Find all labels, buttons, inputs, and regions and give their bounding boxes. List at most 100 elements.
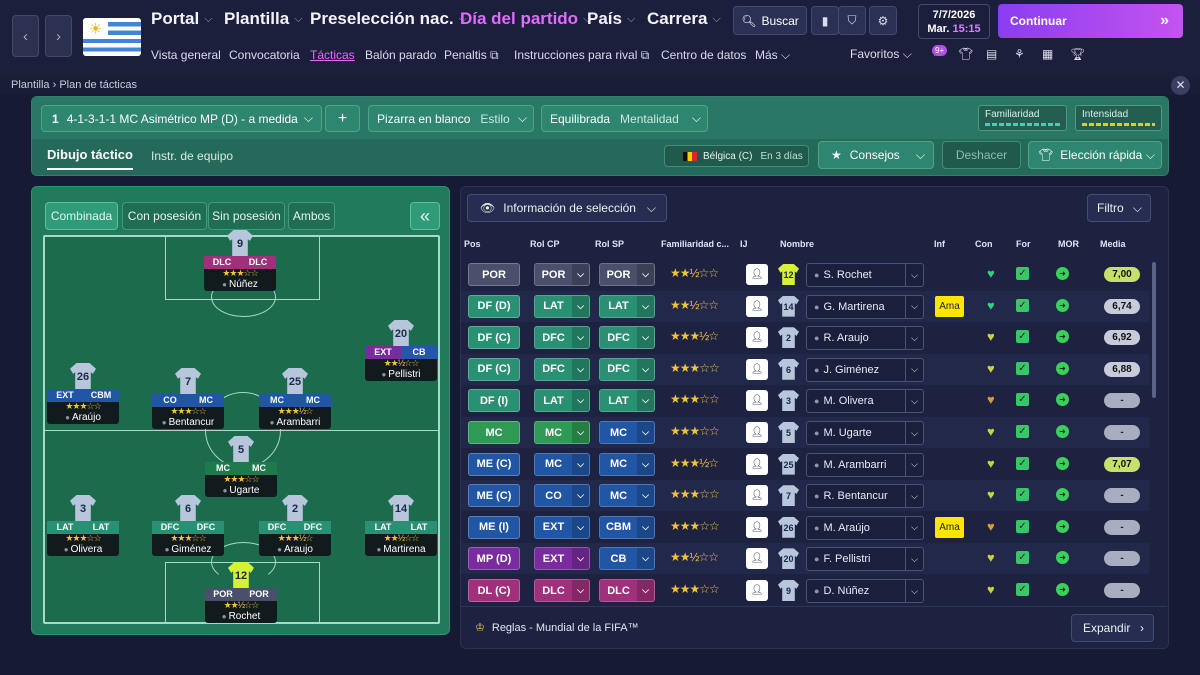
pitch-player-card[interactable]: 9 DLC DLC ★★★☆☆ ● Núñez: [204, 230, 276, 291]
col-media[interactable]: Media: [1100, 239, 1126, 249]
player-selector[interactable]: ● M. Arambarri ⌵: [806, 452, 924, 477]
role-cp-selector[interactable]: DFC ⌵: [534, 357, 590, 381]
table-row[interactable]: DF (C) DFC ⌵ DFC ⌵ ★★★☆☆ 👤︎ 6 ● J. Giménez ⌵…: [461, 353, 1149, 385]
settings-button[interactable]: ⚙: [869, 6, 897, 35]
role-cp-selector[interactable]: MC ⌵: [534, 452, 590, 476]
filter-button[interactable]: Filtro ⌵: [1087, 194, 1151, 222]
role-sp-selector[interactable]: DLC ⌵: [599, 579, 655, 602]
player-selector[interactable]: ● M. Olivera ⌵: [806, 389, 924, 414]
rules-label[interactable]: ♔ Reglas - Mundial de la FIFA™: [475, 621, 639, 634]
subnav-convocatoria[interactable]: Convocatoria: [229, 48, 300, 62]
role-cp-selector[interactable]: CO ⌵: [534, 484, 590, 508]
nav-plantilla[interactable]: Plantilla ⌵: [224, 9, 303, 29]
col-mor[interactable]: MOR: [1058, 239, 1079, 249]
table-row[interactable]: ME (C) MC ⌵ MC ⌵ ★★★½☆ 👤︎ 25 ● M. Arambarri…: [461, 449, 1149, 480]
pitch-player-card[interactable]: 3 LAT LAT ★★★☆☆ ● Olivera: [47, 495, 119, 556]
uruguay-flag-icon[interactable]: ☀: [83, 18, 141, 56]
col-familiaridad[interactable]: Familiaridad c...: [661, 239, 729, 249]
player-selector[interactable]: ● G. Martirena ⌵: [806, 294, 924, 319]
table-row[interactable]: MP (D) EXT ⌵ CB ⌵ ★★½☆☆ 👤︎ 20 ● F. Pellistr…: [461, 543, 1149, 575]
player-instructions-icon[interactable]: 👤︎: [746, 390, 768, 412]
role-cp-selector[interactable]: POR ⌵: [534, 263, 590, 286]
player-instructions-icon[interactable]: 👤︎: [746, 453, 768, 475]
view-ambos[interactable]: Ambos: [288, 202, 335, 230]
pitch-player-card[interactable]: 26 EXT CBM ★★★☆☆ ● Araújo: [47, 363, 119, 424]
role-cp-selector[interactable]: MC ⌵: [534, 421, 590, 444]
table-row[interactable]: POR POR ⌵ POR ⌵ ★★½☆☆ 👤︎ 12 ● S. Rochet ⌵ ♥ ✓…: [461, 259, 1149, 290]
player-instructions-icon[interactable]: 👤︎: [746, 485, 768, 507]
expand-button[interactable]: Expandir ›: [1071, 614, 1154, 642]
col-nombre[interactable]: Nombre: [780, 239, 814, 249]
role-cp-selector[interactable]: LAT ⌵: [534, 389, 590, 413]
pitch-player-card[interactable]: 2 DFC DFC ★★★½☆ ● Araujo: [259, 495, 331, 556]
bookmark-button[interactable]: ▮: [811, 6, 839, 35]
subnav-mas[interactable]: Más ⌵: [755, 48, 790, 63]
club-crest-button[interactable]: ⛉: [838, 6, 866, 35]
role-sp-selector[interactable]: MC ⌵: [599, 484, 655, 508]
tab-instr-equipo[interactable]: Instr. de equipo: [151, 149, 233, 163]
player-selector[interactable]: ● S. Rochet ⌵: [806, 263, 924, 287]
pitch-player-card[interactable]: 5 MC MC ★★★☆☆ ● Ugarte: [205, 436, 277, 497]
favorites-menu[interactable]: Favoritos ⌵: [850, 47, 912, 62]
position-badge[interactable]: DF (C): [468, 357, 520, 381]
role-sp-selector[interactable]: DFC ⌵: [599, 326, 655, 350]
subnav-centro-datos[interactable]: Centro de datos: [661, 48, 746, 62]
position-badge[interactable]: DL (C): [468, 579, 520, 602]
nav-carrera[interactable]: Carrera ⌵: [647, 9, 721, 29]
position-badge[interactable]: POR: [468, 263, 520, 286]
role-sp-selector[interactable]: CB ⌵: [599, 547, 655, 571]
add-tactic-button[interactable]: +: [325, 105, 360, 132]
position-badge[interactable]: DF (C): [468, 326, 520, 350]
role-sp-selector[interactable]: LAT ⌵: [599, 294, 655, 318]
col-pos[interactable]: Pos: [464, 239, 481, 249]
document-icon[interactable]: ▤: [986, 47, 997, 61]
col-inf[interactable]: Inf: [934, 239, 945, 249]
intensity-meter[interactable]: Intensidad: [1075, 105, 1162, 131]
calculator-icon[interactable]: ▦: [1042, 47, 1053, 61]
player-instructions-icon[interactable]: 👤︎: [746, 264, 768, 285]
back-arrow-button[interactable]: ‹: [12, 15, 39, 57]
pitch-player-card[interactable]: 20 EXT CB ★★½☆☆ ● Pellistri: [365, 320, 437, 381]
view-con-posesion[interactable]: Con posesión: [122, 202, 207, 230]
tab-dibujo-tactico[interactable]: Dibujo táctico: [47, 147, 133, 170]
player-instructions-icon[interactable]: 👤︎: [746, 422, 768, 443]
col-ij[interactable]: IJ: [740, 239, 748, 249]
selection-info-dropdown[interactable]: 👁︎ Información de selección ⌵: [467, 194, 667, 222]
style-selector[interactable]: Pizarra en blanco Estilo ⌵: [368, 105, 534, 132]
subnav-vista-general[interactable]: Vista general: [151, 48, 221, 62]
advice-button[interactable]: ★ Consejos ⌵: [818, 141, 934, 169]
nav-portal[interactable]: Portal ⌵: [151, 9, 213, 29]
role-cp-selector[interactable]: DLC ⌵: [534, 579, 590, 602]
subnav-penaltis[interactable]: Penaltis ⧉: [444, 48, 499, 63]
tactic-selector[interactable]: 1 4-1-3-1-1 MC Asimétrico MP (D) - a medi…: [41, 105, 322, 132]
subnav-instrucciones-rival[interactable]: Instrucciones para rival ⧉: [514, 48, 649, 63]
player-selector[interactable]: ● J. Giménez ⌵: [806, 357, 924, 382]
player-instructions-icon[interactable]: 👤︎: [746, 358, 768, 380]
player-instructions-icon[interactable]: 👤︎: [746, 327, 768, 349]
position-badge[interactable]: DF (D): [468, 294, 520, 318]
col-con[interactable]: Con: [975, 239, 993, 249]
forward-arrow-button[interactable]: ›: [45, 15, 72, 57]
trophy-icon[interactable]: 🏆︎: [1070, 47, 1085, 61]
role-sp-selector[interactable]: MC ⌵: [599, 421, 655, 444]
role-sp-selector[interactable]: POR ⌵: [599, 263, 655, 286]
subnav-tacticas[interactable]: Tácticas: [310, 48, 355, 62]
player-instructions-icon[interactable]: 👤︎: [746, 295, 768, 317]
pitch-player-card[interactable]: 6 DFC DFC ★★★☆☆ ● Giménez: [152, 495, 224, 556]
pitch-player-card[interactable]: 7 CO MC ★★★☆☆ ● Bentancur: [152, 368, 224, 429]
role-cp-selector[interactable]: EXT ⌵: [534, 547, 590, 571]
role-sp-selector[interactable]: MC ⌵: [599, 452, 655, 476]
player-selector[interactable]: ● F. Pellistri ⌵: [806, 547, 924, 572]
table-row[interactable]: MC MC ⌵ MC ⌵ ★★★☆☆ 👤︎ 5 ● M. Ugarte ⌵ ♥ ✓ ➜ -: [461, 417, 1149, 448]
breadcrumb-parent[interactable]: Plantilla: [11, 79, 50, 91]
undo-button[interactable]: Deshacer: [942, 141, 1021, 169]
role-cp-selector[interactable]: LAT ⌵: [534, 294, 590, 318]
col-rol-cp[interactable]: Rol CP: [530, 239, 560, 249]
position-badge[interactable]: MP (D): [468, 547, 520, 571]
position-badge[interactable]: ME (I): [468, 515, 520, 539]
table-scrollbar[interactable]: [1152, 262, 1156, 398]
table-row[interactable]: DL (C) DLC ⌵ DLC ⌵ ★★★☆☆ 👤︎ 9 ● D. Núñez ⌵ ♥ …: [461, 575, 1149, 606]
role-sp-selector[interactable]: CBM ⌵: [599, 515, 655, 539]
nav-preseleccion[interactable]: Preselección nac. ⌵: [310, 9, 467, 29]
role-cp-selector[interactable]: DFC ⌵: [534, 326, 590, 350]
